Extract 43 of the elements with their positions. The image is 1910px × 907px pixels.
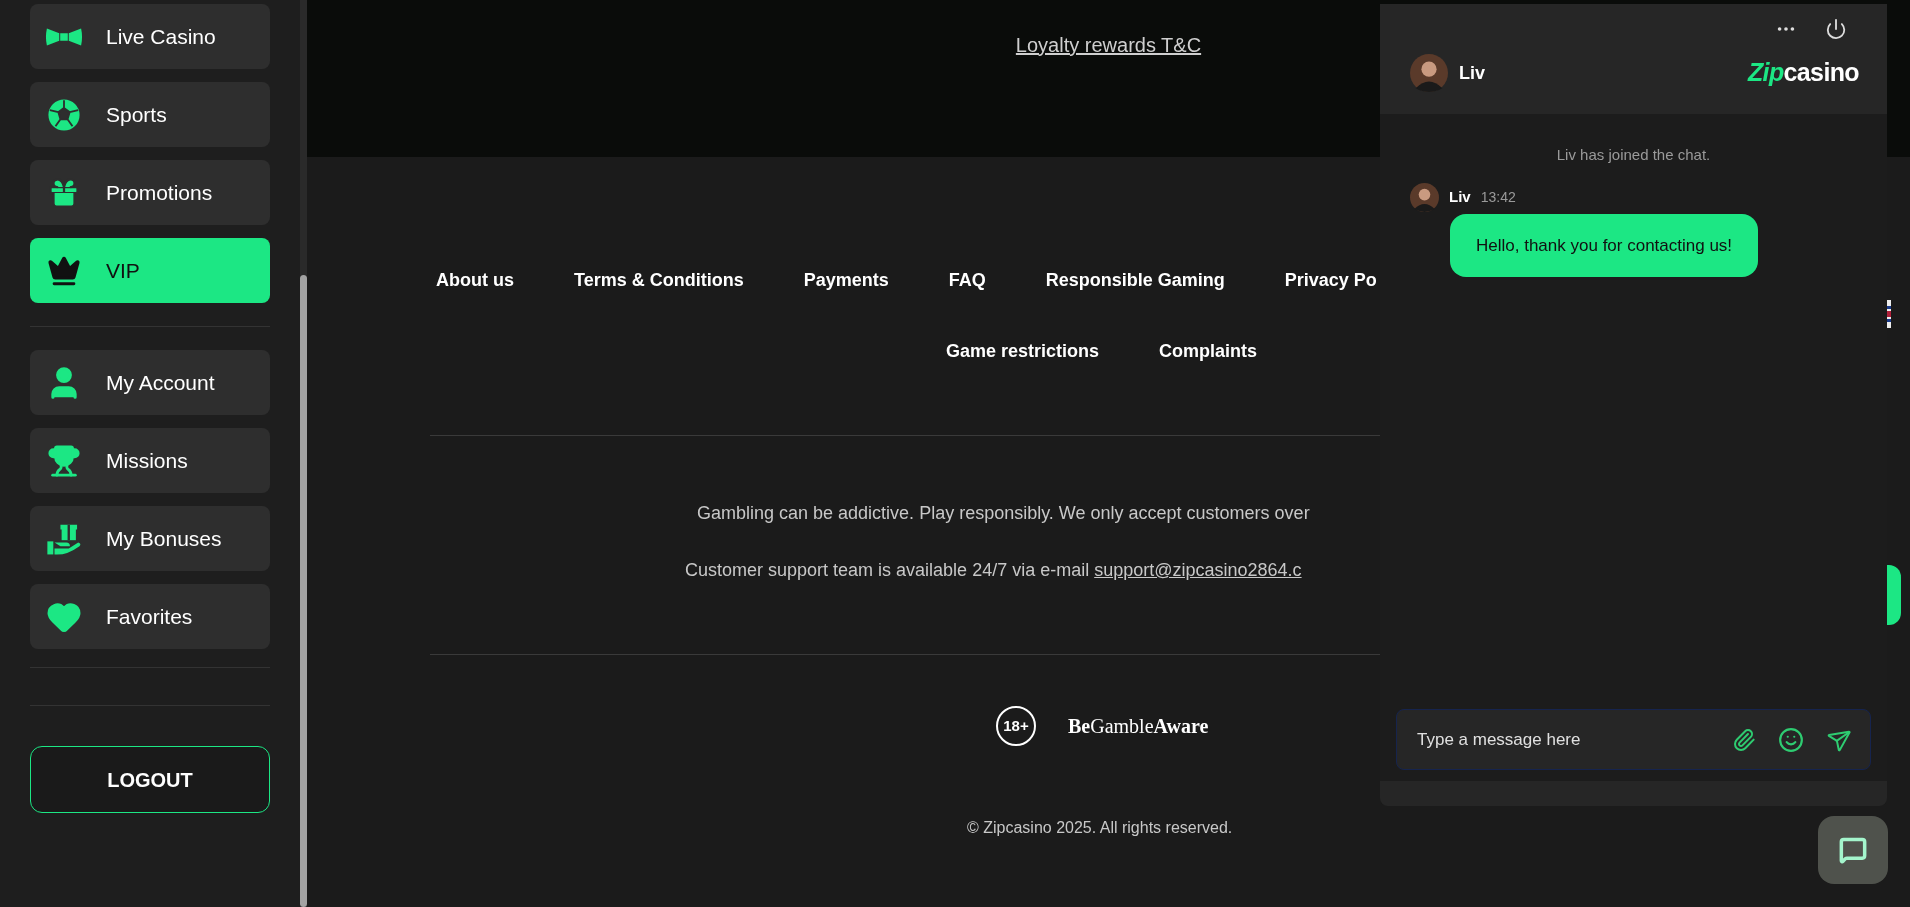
brand-logo: Zipcasino [1747, 57, 1859, 89]
loyalty-link[interactable]: Loyalty rewards T&C [1015, 30, 1202, 60]
footer-link[interactable]: Game restrictions [946, 338, 1100, 365]
chat-launcher-button[interactable] [1818, 816, 1888, 884]
footer-link[interactable]: Privacy Po [1284, 267, 1377, 294]
support-text: Customer support team is available 24/7 via e-mail support@zipcasino2864.c [684, 559, 1303, 582]
sidebar-item[interactable]: Promotions [30, 160, 270, 225]
sidebar-item[interactable]: Favorites [30, 584, 270, 649]
message-bubble: Hello, thank you for contacting us! [1450, 213, 1759, 277]
age-badge: 18+ [996, 706, 1036, 746]
sidebar-item[interactable]: My Bonuses [30, 506, 270, 571]
trophy-icon [47, 443, 81, 478]
power-icon[interactable] [1825, 18, 1847, 40]
message-composer[interactable]: Type a message here [1396, 709, 1871, 770]
logout-button[interactable]: LOGOUT [30, 746, 270, 813]
sidebar-item[interactable]: Missions [30, 428, 270, 493]
sidebar-item[interactable]: Live Casino [30, 4, 270, 69]
side-tab[interactable] [1887, 565, 1901, 625]
soccer-ball-icon [47, 97, 81, 132]
footer-link[interactable]: About us [436, 267, 514, 294]
sidebar-item[interactable]: Sports [30, 82, 270, 147]
agent-name: Liv [1459, 61, 1485, 85]
support-email-link[interactable]: support@zipcasino2864.c [1094, 560, 1302, 580]
message-author: Liv [1449, 186, 1471, 207]
message-time: 13:42 [1480, 187, 1516, 207]
footer-link[interactable]: FAQ [948, 267, 986, 294]
footer-link[interactable]: Complaints [1159, 338, 1258, 365]
responsible-gambling-notice: Gambling can be addictive. Play responsibly. We only accept customers over [696, 502, 1311, 525]
footer-link[interactable]: Payments [803, 267, 889, 294]
sidebar-item[interactable]: VIP [30, 238, 270, 303]
system-message: Liv has joined the chat. [1555, 145, 1712, 165]
chat-bubble-icon [1839, 836, 1867, 864]
sidebar-item[interactable]: My Account [30, 350, 270, 415]
gamble-aware-logo[interactable]: BeGambleAware [1068, 711, 1209, 741]
footer-link[interactable]: Responsible Gaming [1045, 267, 1225, 294]
message-input[interactable]: Type a message here [1417, 726, 1710, 753]
scrollbar-thumb[interactable] [300, 275, 307, 907]
avatar [1410, 54, 1448, 92]
emoji-icon[interactable] [1778, 726, 1804, 753]
attach-icon[interactable] [1732, 727, 1756, 752]
footer-link[interactable]: Terms & Conditions [574, 267, 744, 294]
avatar [1410, 182, 1439, 212]
copyright: © Zipcasino 2025. All rights reserved. [967, 818, 1233, 838]
